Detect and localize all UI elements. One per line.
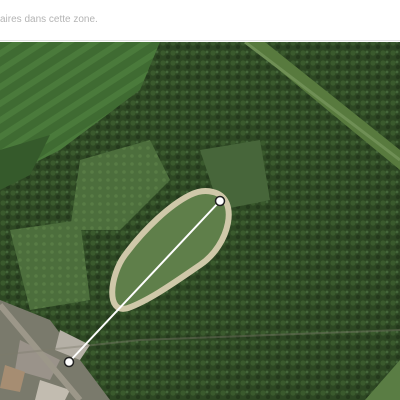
map-imagery[interactable] xyxy=(0,42,400,400)
notice-bar: aires dans cette zone. xyxy=(0,0,400,41)
notice-text: aires dans cette zone. xyxy=(0,14,98,25)
measure-end-handle[interactable] xyxy=(63,356,75,368)
measure-start-handle[interactable] xyxy=(214,195,226,207)
satellite-map[interactable] xyxy=(0,42,400,400)
